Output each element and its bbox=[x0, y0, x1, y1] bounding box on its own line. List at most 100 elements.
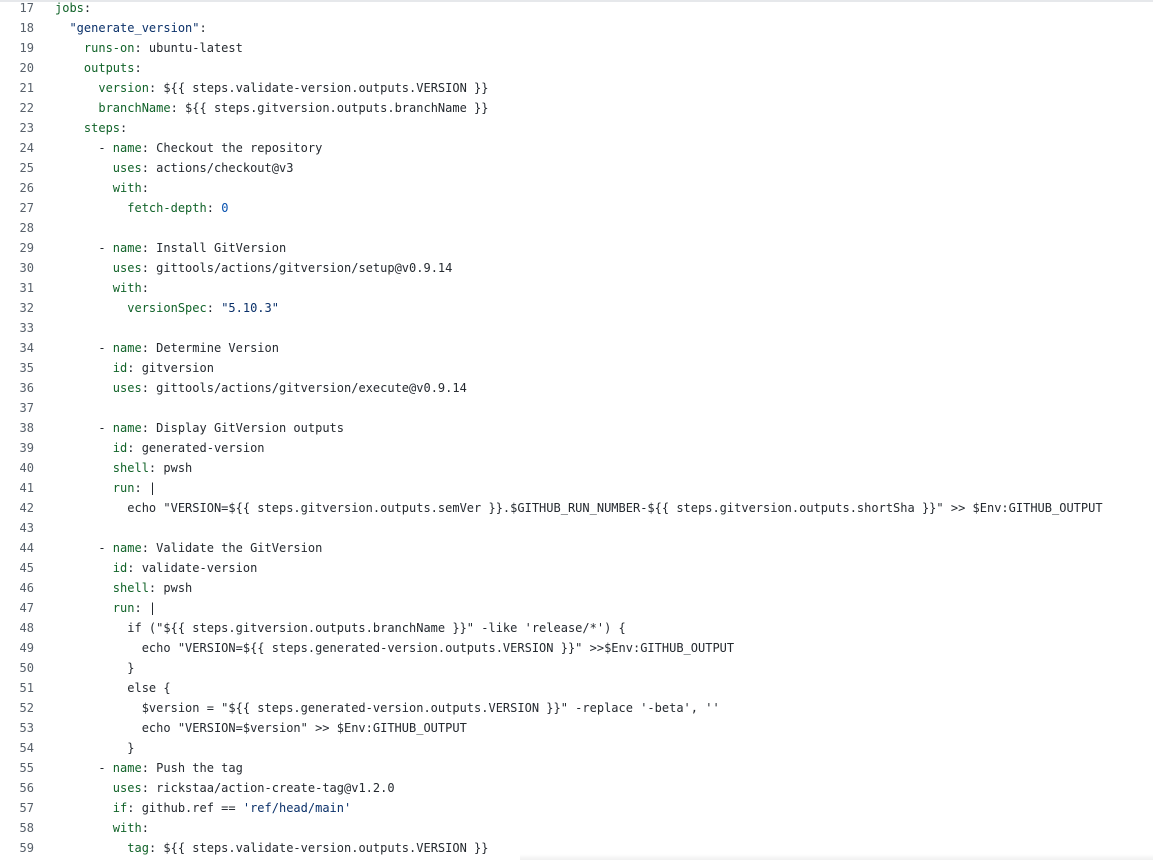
code-line[interactable]: 45 id: validate-version bbox=[0, 558, 1153, 578]
line-number[interactable]: 53 bbox=[0, 718, 34, 738]
code-line[interactable]: 20 outputs: bbox=[0, 58, 1153, 78]
code-line[interactable]: 30 uses: gittools/actions/gitversion/set… bbox=[0, 258, 1153, 278]
line-number[interactable]: 37 bbox=[0, 398, 34, 418]
code-line[interactable]: 47 run: | bbox=[0, 598, 1153, 618]
code-line[interactable]: 49 echo "VERSION=${{ steps.generated-ver… bbox=[0, 638, 1153, 658]
code-line[interactable]: 59 tag: ${{ steps.validate-version.outpu… bbox=[0, 838, 1153, 858]
line-number[interactable]: 22 bbox=[0, 98, 34, 118]
code-token-key: shell bbox=[112, 461, 149, 475]
code-line[interactable]: 57 if: github.ref == 'ref/head/main' bbox=[0, 798, 1153, 818]
line-number[interactable]: 19 bbox=[0, 38, 34, 58]
line-number[interactable]: 25 bbox=[0, 158, 34, 178]
code-line[interactable]: 37 bbox=[0, 398, 1153, 418]
line-number[interactable]: 46 bbox=[0, 578, 34, 598]
code-line[interactable]: 27 fetch-depth: 0 bbox=[0, 198, 1153, 218]
line-number[interactable]: 56 bbox=[0, 778, 34, 798]
line-number[interactable]: 44 bbox=[0, 538, 34, 558]
code-token-plain: echo "VERSION=$version" >> $Env:GITHUB_O… bbox=[55, 721, 467, 735]
line-number[interactable]: 50 bbox=[0, 658, 34, 678]
code-line[interactable]: 44 - name: Validate the GitVersion bbox=[0, 538, 1153, 558]
line-number[interactable]: 33 bbox=[0, 318, 34, 338]
code-line[interactable]: 56 uses: rickstaa/action-create-tag@v1.2… bbox=[0, 778, 1153, 798]
code-token-key: version bbox=[98, 81, 149, 95]
line-number[interactable]: 18 bbox=[0, 18, 34, 38]
line-number[interactable]: 41 bbox=[0, 478, 34, 498]
code-line[interactable]: 39 id: generated-version bbox=[0, 438, 1153, 458]
code-line[interactable]: 28 bbox=[0, 218, 1153, 238]
line-number[interactable]: 52 bbox=[0, 698, 34, 718]
line-number[interactable]: 58 bbox=[0, 818, 34, 838]
line-content: version: ${{ steps.validate-version.outp… bbox=[34, 78, 488, 98]
code-view[interactable]: 17 jobs: 18 "generate_version": 19 runs-on:… bbox=[0, 0, 1153, 858]
code-line[interactable]: 29 - name: Install GitVersion bbox=[0, 238, 1153, 258]
code-line[interactable]: 17 jobs: bbox=[0, 0, 1153, 18]
line-number[interactable]: 21 bbox=[0, 78, 34, 98]
line-content: versionSpec: "5.10.3" bbox=[34, 298, 279, 318]
code-line[interactable]: 51 else { bbox=[0, 678, 1153, 698]
code-line[interactable]: 19 runs-on: ubuntu-latest bbox=[0, 38, 1153, 58]
code-line[interactable]: 22 branchName: ${{ steps.gitversion.outp… bbox=[0, 98, 1153, 118]
code-line[interactable]: 32 versionSpec: "5.10.3" bbox=[0, 298, 1153, 318]
line-number[interactable]: 20 bbox=[0, 58, 34, 78]
line-number[interactable]: 24 bbox=[0, 138, 34, 158]
line-number[interactable]: 57 bbox=[0, 798, 34, 818]
code-line[interactable]: 21 version: ${{ steps.validate-version.o… bbox=[0, 78, 1153, 98]
line-number[interactable]: 43 bbox=[0, 518, 34, 538]
line-number[interactable]: 40 bbox=[0, 458, 34, 478]
code-line[interactable]: 58 with: bbox=[0, 818, 1153, 838]
line-number[interactable]: 31 bbox=[0, 278, 34, 298]
line-number[interactable]: 32 bbox=[0, 298, 34, 318]
code-line[interactable]: 38 - name: Display GitVersion outputs bbox=[0, 418, 1153, 438]
code-line[interactable]: 40 shell: pwsh bbox=[0, 458, 1153, 478]
code-line[interactable]: 54 } bbox=[0, 738, 1153, 758]
line-number[interactable]: 39 bbox=[0, 438, 34, 458]
code-line[interactable]: 26 with: bbox=[0, 178, 1153, 198]
code-line[interactable]: 55 - name: Push the tag bbox=[0, 758, 1153, 778]
line-number[interactable]: 36 bbox=[0, 378, 34, 398]
line-number[interactable]: 34 bbox=[0, 338, 34, 358]
line-number[interactable]: 51 bbox=[0, 678, 34, 698]
line-number[interactable]: 27 bbox=[0, 198, 34, 218]
code-line[interactable]: 24 - name: Checkout the repository bbox=[0, 138, 1153, 158]
line-number[interactable]: 48 bbox=[0, 618, 34, 638]
line-number[interactable]: 45 bbox=[0, 558, 34, 578]
code-line[interactable]: 46 shell: pwsh bbox=[0, 578, 1153, 598]
code-line[interactable]: 53 echo "VERSION=$version" >> $Env:GITHU… bbox=[0, 718, 1153, 738]
line-number[interactable]: 29 bbox=[0, 238, 34, 258]
line-number[interactable]: 17 bbox=[0, 0, 34, 18]
code-line[interactable]: 52 $version = "${{ steps.generated-versi… bbox=[0, 698, 1153, 718]
code-line[interactable]: 36 uses: gittools/actions/gitversion/exe… bbox=[0, 378, 1153, 398]
code-line[interactable]: 25 uses: actions/checkout@v3 bbox=[0, 158, 1153, 178]
line-number[interactable]: 30 bbox=[0, 258, 34, 278]
line-number[interactable]: 23 bbox=[0, 118, 34, 138]
code-token-plain: : github.ref == bbox=[127, 801, 243, 815]
line-content: } bbox=[34, 738, 134, 758]
line-number[interactable]: 38 bbox=[0, 418, 34, 438]
code-line[interactable]: 33 bbox=[0, 318, 1153, 338]
code-line[interactable]: 34 - name: Determine Version bbox=[0, 338, 1153, 358]
line-number[interactable]: 26 bbox=[0, 178, 34, 198]
code-line[interactable]: 43 bbox=[0, 518, 1153, 538]
line-number[interactable]: 55 bbox=[0, 758, 34, 778]
line-number[interactable]: 54 bbox=[0, 738, 34, 758]
code-line[interactable]: 23 steps: bbox=[0, 118, 1153, 138]
line-number[interactable]: 59 bbox=[0, 838, 34, 858]
line-content: uses: rickstaa/action-create-tag@v1.2.0 bbox=[34, 778, 395, 798]
code-line[interactable]: 31 with: bbox=[0, 278, 1153, 298]
line-number[interactable]: 35 bbox=[0, 358, 34, 378]
code-line[interactable]: 41 run: | bbox=[0, 478, 1153, 498]
code-line[interactable]: 18 "generate_version": bbox=[0, 18, 1153, 38]
code-line[interactable]: 48 if ("${{ steps.gitversion.outputs.bra… bbox=[0, 618, 1153, 638]
line-number[interactable]: 42 bbox=[0, 498, 34, 518]
line-number[interactable]: 28 bbox=[0, 218, 34, 238]
code-line[interactable]: 42 echo "VERSION=${{ steps.gitversion.ou… bbox=[0, 498, 1153, 518]
code-line[interactable]: 35 id: gitversion bbox=[0, 358, 1153, 378]
line-number[interactable]: 47 bbox=[0, 598, 34, 618]
code-token-key: name bbox=[112, 761, 142, 775]
code-line[interactable]: 50 } bbox=[0, 658, 1153, 678]
line-number[interactable]: 49 bbox=[0, 638, 34, 658]
